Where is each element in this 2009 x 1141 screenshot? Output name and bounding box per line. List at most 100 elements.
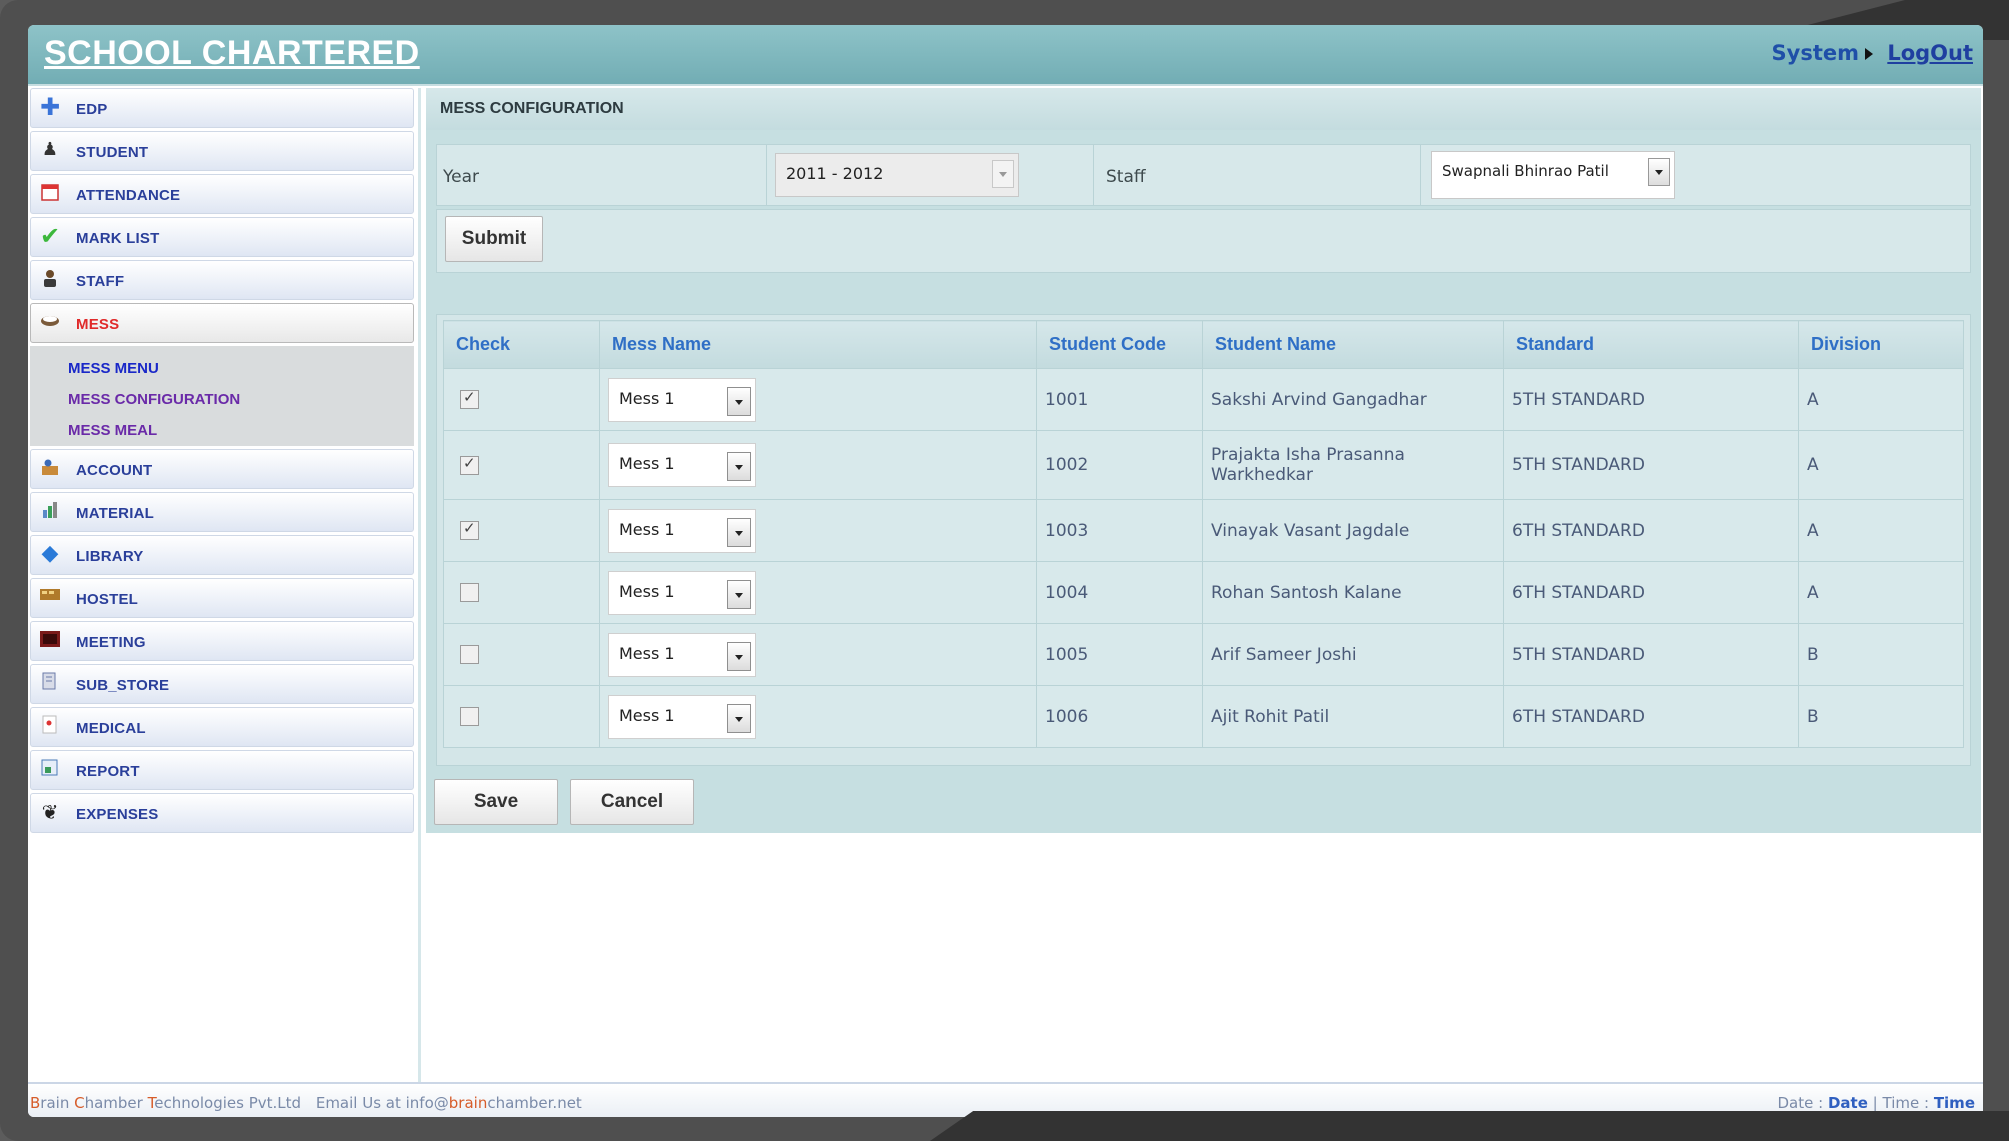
cancel-button[interactable]: Cancel (570, 779, 694, 825)
sidebar-item-hostel[interactable]: HOSTEL (30, 578, 414, 618)
sidebar-item-attendance[interactable]: ATTENDANCE (30, 174, 414, 214)
footer-email-link[interactable]: Email Us at info@brainchamber.net (316, 1094, 582, 1112)
col-header-student-code[interactable]: Student Code (1036, 320, 1203, 369)
row-checkbox[interactable] (460, 583, 479, 602)
division: B (1798, 685, 1964, 748)
mess-cell: Mess 1 (599, 623, 1037, 686)
save-button[interactable]: Save (434, 779, 558, 825)
mess-select[interactable]: Mess 1 (608, 694, 756, 739)
col-header-student-name[interactable]: Student Name (1202, 320, 1504, 369)
year-label: Year (443, 167, 479, 187)
company-text-2: hamber (84, 1094, 148, 1112)
sidebar-item-label: STAFF (76, 273, 125, 290)
col-header-standard[interactable]: Standard (1503, 320, 1799, 369)
sidebar-item-label: ACCOUNT (76, 462, 153, 479)
student-code: 1006 (1036, 685, 1203, 748)
standard: 5TH STANDARD (1503, 623, 1799, 686)
mess-select[interactable]: Mess 1 (608, 632, 756, 677)
row-checkbox[interactable] (460, 388, 479, 409)
mess-cell: Mess 1 (599, 685, 1037, 748)
sidebar-item-library[interactable]: ◆ LIBRARY (30, 535, 414, 575)
mess-submenu: MESS MENU MESS CONFIGURATION MESS MEAL (30, 346, 414, 446)
mess-select[interactable]: Mess 1 (608, 377, 756, 422)
col-header-division[interactable]: Division (1798, 320, 1964, 369)
sidebar-item-meeting[interactable]: MEETING (30, 621, 414, 661)
staff-select[interactable]: Swapnali Bhinrao Patil (1431, 151, 1675, 199)
sidebar-item-material[interactable]: MATERIAL (30, 492, 414, 532)
mess-select[interactable]: Mess 1 (608, 508, 756, 553)
division: B (1798, 623, 1964, 686)
chevron-down-icon (727, 386, 751, 416)
year-select-value: 2011 - 2012 (786, 164, 884, 183)
mess-select-value: Mess 1 (619, 519, 675, 539)
company-initial-b: B (30, 1094, 41, 1112)
student-name: Sakshi Arvind Gangadhar (1202, 368, 1504, 431)
submit-button[interactable]: Submit (445, 216, 543, 262)
logout-link[interactable]: LogOut (1887, 41, 1973, 65)
sidebar-item-report[interactable]: REPORT (30, 750, 414, 790)
sidebar-item-edp[interactable]: ✚ EDP (30, 88, 414, 128)
col-header-mess-name[interactable]: Mess Name (599, 320, 1037, 369)
sidebar-item-mess[interactable]: MESS (30, 303, 414, 343)
chevron-down-icon (992, 160, 1014, 188)
time-label: Time : (1882, 1094, 1930, 1112)
row-checkbox[interactable] (460, 707, 479, 726)
action-row: Save Cancel (426, 772, 1981, 832)
mess-select[interactable]: Mess 1 (608, 443, 756, 487)
mess-select-value: Mess 1 (619, 643, 675, 663)
check-cell (443, 368, 600, 431)
student-icon: ♟ (41, 139, 59, 160)
mess-select-value: Mess 1 (619, 388, 675, 408)
mess-select[interactable]: Mess 1 (608, 570, 756, 615)
chevron-down-icon (727, 703, 751, 733)
app-title[interactable]: SCHOOL CHARTERED (44, 34, 420, 73)
page-title-bar: MESS CONFIGURATION (426, 88, 1981, 130)
date-value: Date (1827, 1094, 1868, 1112)
sidebar-item-account[interactable]: ACCOUNT (30, 449, 414, 489)
row-checkbox[interactable] (460, 645, 479, 664)
chevron-down-icon (1648, 158, 1670, 186)
sidebar-item-staff[interactable]: STAFF (30, 260, 414, 300)
sidebar-item-label: HOSTEL (76, 591, 139, 608)
account-icon (39, 457, 61, 479)
submenu-mess-configuration[interactable]: MESS CONFIGURATION (30, 391, 414, 422)
year-select[interactable]: 2011 - 2012 (775, 153, 1019, 197)
table-row: Mess 1 1005 Arif Sameer Joshi 5TH STANDA… (443, 623, 1964, 686)
sidebar-item-sub-store[interactable]: SUB_STORE (30, 664, 414, 704)
standard: 5TH STANDARD (1503, 368, 1799, 431)
material-icon (39, 500, 61, 522)
chevron-down-icon (727, 517, 751, 547)
sidebar-item-expenses[interactable]: ❦ EXPENSES (30, 793, 414, 833)
student-code: 1003 (1036, 499, 1203, 562)
row-checkbox[interactable] (460, 454, 479, 475)
check-cell (443, 561, 600, 624)
sidebar: ✚ EDP ♟ STUDENT ATTENDANCE ✔ MARK LIST S… (28, 88, 421, 1083)
sidebar-item-label: SUB_STORE (76, 677, 170, 694)
col-header-check[interactable]: Check (443, 320, 600, 369)
row-checkbox[interactable] (460, 519, 479, 540)
hostel-icon (39, 586, 61, 608)
sidebar-item-mark-list[interactable]: ✔ MARK LIST (30, 217, 414, 257)
submenu-mess-menu[interactable]: MESS MENU (30, 360, 414, 391)
division: A (1798, 499, 1964, 562)
system-menu[interactable]: System (1772, 41, 1873, 65)
submit-row: Submit (436, 209, 1971, 273)
student-name: Ajit Rohit Patil (1202, 685, 1504, 748)
table-row: Mess 1 1002 Prajakta Isha Prasanna Warkh… (443, 430, 1964, 500)
staff-person-icon (39, 268, 61, 290)
check-cell (443, 499, 600, 562)
division: A (1798, 368, 1964, 431)
table-row: Mess 1 1001 Sakshi Arvind Gangadhar 5TH … (443, 368, 1964, 431)
mess-select-value: Mess 1 (619, 454, 675, 473)
student-code: 1004 (1036, 561, 1203, 624)
sidebar-item-medical[interactable]: MEDICAL (30, 707, 414, 747)
sidebar-item-student[interactable]: ♟ STUDENT (30, 131, 414, 171)
chevron-down-icon (727, 452, 751, 481)
store-icon (39, 672, 61, 694)
main-panel: MESS CONFIGURATION Year 2011 - 2012 Staf… (426, 88, 1981, 833)
sidebar-item-label: MEDICAL (76, 720, 146, 737)
date-label: Date : (1777, 1094, 1824, 1112)
company-text-3: echnologies Pvt.Ltd (154, 1094, 302, 1112)
mess-cell: Mess 1 (599, 561, 1037, 624)
student-code: 1005 (1036, 623, 1203, 686)
